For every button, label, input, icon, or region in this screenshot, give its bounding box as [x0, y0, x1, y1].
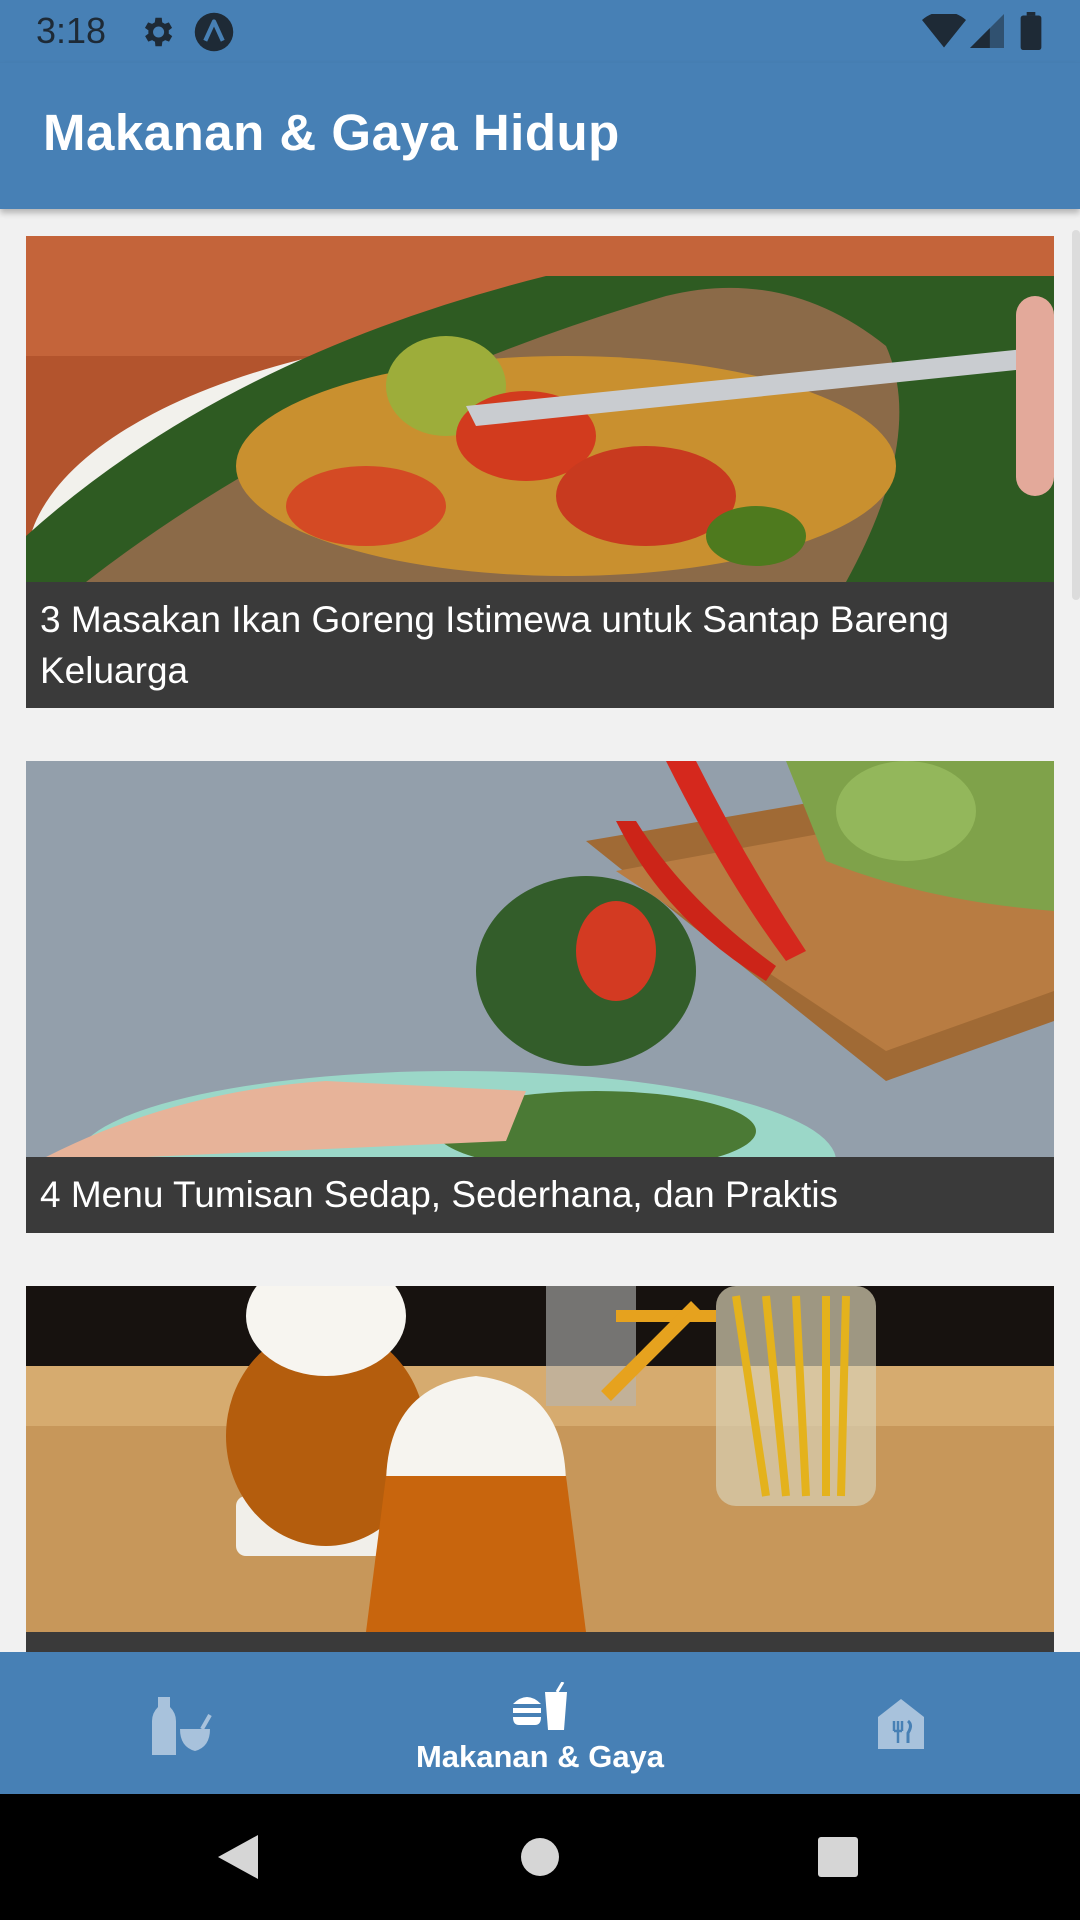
bottom-navigation: Makanan & Gaya — [0, 1652, 1080, 1794]
gear-icon — [144, 17, 173, 47]
recents-icon[interactable] — [818, 1837, 858, 1877]
app-a-icon — [194, 12, 234, 52]
wifi-icon — [922, 14, 966, 48]
article-title: 3 Masakan Ikan Goreng Istimewa untuk San… — [26, 582, 1054, 708]
article-card[interactable]: 4 Menu Tumisan Sedap, Sederhana, dan Pra… — [26, 761, 1054, 1233]
status-time: 3:18 — [36, 10, 107, 51]
status-bar: 3:18 — [0, 0, 1080, 63]
restaurant-icon — [878, 1699, 924, 1749]
article-card[interactable] — [26, 1286, 1054, 1652]
fried-fish-image — [26, 236, 1054, 582]
foamy-drinks-image — [26, 1286, 1054, 1632]
home-icon[interactable] — [520, 1837, 560, 1877]
nav-item-food-lifestyle[interactable]: Makanan & Gaya — [360, 1652, 720, 1794]
nav-item-beverages[interactable] — [0, 1652, 360, 1794]
nav-label: Makanan & Gaya — [415, 1739, 665, 1774]
scrollbar-thumb[interactable] — [1072, 230, 1080, 600]
article-title: 4 Menu Tumisan Sedap, Sederhana, dan Pra… — [26, 1157, 1054, 1233]
page-title: Makanan & Gaya Hidup — [43, 104, 620, 161]
nav-item-restaurants[interactable] — [720, 1652, 1080, 1794]
stir-fry-vegetables-image — [26, 761, 1054, 1157]
battery-icon — [1020, 12, 1042, 50]
bottle-bowl-icon — [152, 1697, 212, 1755]
signal-icon — [970, 14, 1004, 48]
back-icon[interactable] — [218, 1835, 258, 1879]
burger-drink-icon — [513, 1682, 567, 1730]
article-title — [26, 1632, 1054, 1652]
app-bar: Makanan & Gaya Hidup — [0, 63, 1080, 209]
system-navigation-bar — [0, 1794, 1080, 1920]
article-card[interactable]: 3 Masakan Ikan Goreng Istimewa untuk San… — [26, 236, 1054, 708]
